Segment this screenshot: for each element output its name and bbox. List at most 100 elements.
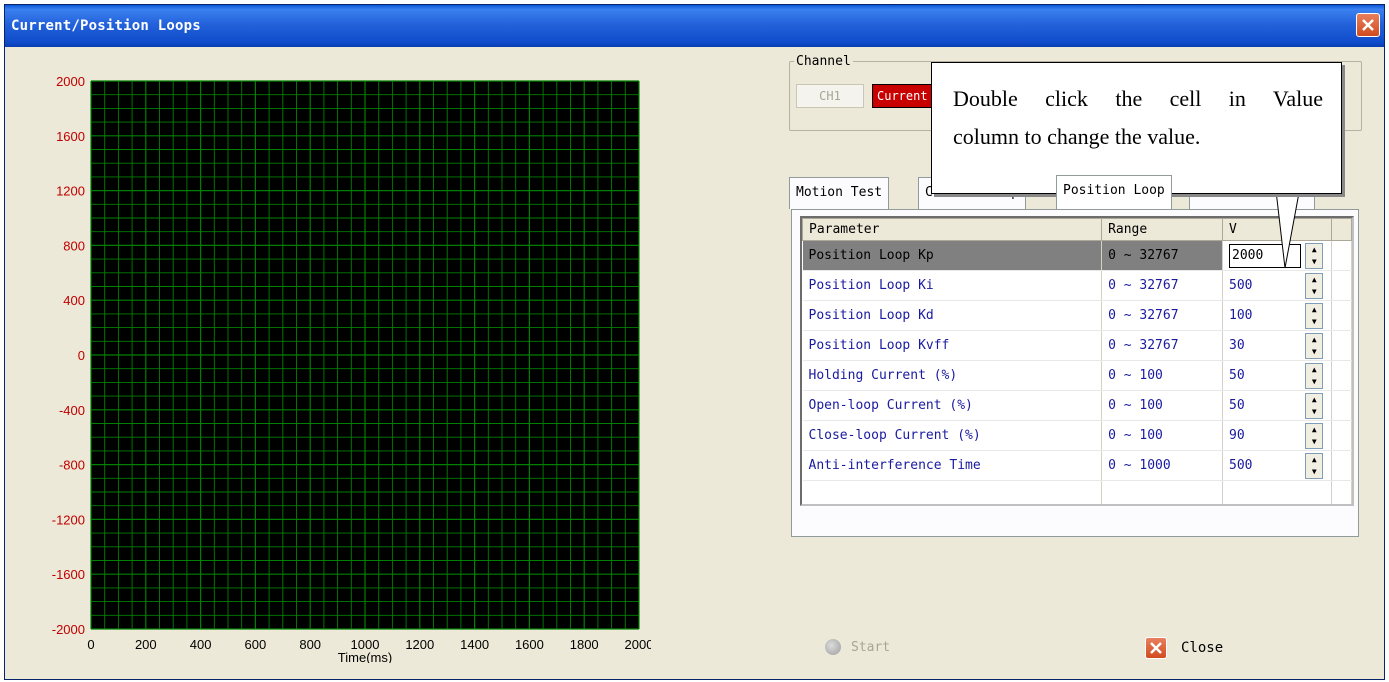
y-tick-label: 0 — [78, 348, 85, 363]
x-tick-label: 1600 — [515, 637, 544, 652]
y-tick-label: -800 — [59, 458, 85, 473]
table-row[interactable]: Close-loop Current (%) 0 ~ 100 90 ▲ ▼ — [802, 420, 1352, 451]
callout-text: Double click the cell in Value column to… — [953, 80, 1323, 156]
cell-range[interactable]: 0 ~ 100 — [1101, 360, 1224, 391]
window-title: Current/Position Loops — [11, 18, 201, 34]
cell-parameter[interactable]: Holding Current (%) — [802, 360, 1103, 391]
spin-button[interactable]: ▲ ▼ — [1305, 393, 1324, 419]
y-tick-label: -1200 — [52, 512, 85, 527]
cell-range[interactable]: 0 ~ 100 — [1101, 390, 1224, 421]
cell-parameter[interactable]: Anti-interference Time — [802, 450, 1103, 481]
table-row[interactable]: Position Loop Kvff 0 ~ 32767 30 ▲ ▼ — [802, 330, 1352, 361]
cell-range[interactable]: 0 ~ 32767 — [1101, 240, 1224, 271]
spin-down-icon[interactable]: ▼ — [1306, 346, 1322, 358]
x-tick-label: 600 — [245, 637, 267, 652]
y-tick-label: -1600 — [52, 567, 85, 582]
y-tick-label: 400 — [63, 293, 85, 308]
scope-chart: 2000 1600 1200 800 400 0 -400 -800 -1200 -1600 -20… — [11, 53, 651, 663]
spin-up-icon[interactable]: ▲ — [1306, 364, 1322, 376]
table-row-empty — [802, 480, 1352, 504]
y-tick-label: 800 — [63, 238, 85, 253]
cell-empty — [1331, 480, 1352, 504]
x-axis-label: Time(ms) — [338, 650, 392, 663]
x-tick-label: 400 — [190, 637, 212, 652]
cell-range[interactable]: 0 ~ 32767 — [1101, 330, 1224, 361]
table-row[interactable]: Anti-interference Time 0 ~ 1000 500 ▲ ▼ — [802, 450, 1352, 481]
tab-motion-test[interactable]: Motion Test — [789, 177, 890, 209]
cell-range[interactable]: 0 ~ 32767 — [1101, 300, 1224, 331]
cell-blank — [1331, 360, 1352, 391]
title-bar[interactable]: Current/Position Loops — [5, 5, 1384, 47]
channel-value-label[interactable]: Current — [872, 84, 934, 108]
header-range[interactable]: Range — [1101, 218, 1224, 241]
cell-value[interactable]: 50 ▲ ▼ — [1222, 360, 1333, 391]
spin-button[interactable]: ▲ ▼ — [1305, 453, 1324, 479]
cell-value[interactable]: 100 ▲ ▼ — [1222, 300, 1333, 331]
value-text: 500 — [1229, 458, 1253, 473]
cell-parameter[interactable]: Position Loop Kvff — [802, 330, 1103, 361]
spin-button[interactable]: ▲ ▼ — [1305, 303, 1324, 329]
cell-parameter[interactable]: Position Loop Kd — [802, 300, 1103, 331]
x-tick-label: 1200 — [405, 637, 434, 652]
spin-down-icon[interactable]: ▼ — [1306, 466, 1322, 478]
x-tick-label: 2000 — [625, 637, 651, 652]
x-tick-label: 1800 — [570, 637, 599, 652]
x-tick-label: 0 — [87, 637, 94, 652]
y-tick-label: -2000 — [52, 622, 85, 637]
value-text: 50 — [1229, 398, 1245, 413]
close-label: Close — [1181, 640, 1224, 656]
spin-up-icon[interactable]: ▲ — [1306, 334, 1322, 346]
scope-plot: 2000160012008004000-400-800-1200-1600-20… — [52, 74, 651, 663]
start-button[interactable]: Start — [825, 639, 890, 655]
cell-range[interactable]: 0 ~ 100 — [1101, 420, 1224, 451]
callout-line-1: Double click the cell in Value — [953, 86, 1323, 111]
cell-range[interactable]: 0 ~ 1000 — [1101, 450, 1224, 481]
spin-button[interactable]: ▲ ▼ — [1305, 363, 1324, 389]
cell-value[interactable]: 90 ▲ ▼ — [1222, 420, 1333, 451]
cell-parameter[interactable]: Position Loop Kp — [802, 240, 1103, 271]
close-icon[interactable] — [1356, 13, 1380, 37]
cell-parameter[interactable]: Position Loop Ki — [802, 270, 1103, 301]
cell-blank — [1331, 420, 1352, 451]
x-tick-label: 200 — [135, 637, 157, 652]
callout-line-2: column to change the value. — [953, 124, 1201, 149]
value-text: 100 — [1229, 308, 1253, 323]
close-button[interactable]: Close — [1145, 637, 1223, 659]
close-icon — [1145, 637, 1167, 659]
cell-value[interactable]: 30 ▲ ▼ — [1222, 330, 1333, 361]
table-row[interactable]: Open-loop Current (%) 0 ~ 100 50 ▲ ▼ — [802, 390, 1352, 421]
y-tick-label: 1200 — [56, 184, 85, 199]
table-row[interactable]: Position Loop Kd 0 ~ 32767 100 ▲ ▼ — [802, 300, 1352, 331]
start-icon — [825, 639, 841, 655]
spin-up-icon[interactable]: ▲ — [1306, 454, 1322, 466]
spin-button[interactable]: ▲ ▼ — [1305, 333, 1324, 359]
spin-down-icon[interactable]: ▼ — [1306, 376, 1322, 388]
spin-up-icon[interactable]: ▲ — [1306, 394, 1322, 406]
tab-position-loop[interactable]: Position Loop — [1056, 175, 1172, 209]
spin-button[interactable]: ▲ ▼ — [1305, 423, 1324, 449]
spin-down-icon[interactable]: ▼ — [1306, 406, 1322, 418]
channel-legend: Channel — [794, 54, 853, 69]
cell-value[interactable]: 500 ▲ ▼ — [1222, 450, 1333, 481]
cell-value[interactable]: 50 ▲ ▼ — [1222, 390, 1333, 421]
cell-parameter[interactable]: Open-loop Current (%) — [802, 390, 1103, 421]
callout-pointer — [1274, 181, 1302, 269]
ch1-button[interactable]: CH1 — [796, 84, 864, 108]
start-label: Start — [851, 639, 891, 655]
x-tick-label: 800 — [299, 637, 321, 652]
cell-blank — [1331, 330, 1352, 361]
table-row[interactable]: Holding Current (%) 0 ~ 100 50 ▲ ▼ — [802, 360, 1352, 391]
y-tick-label: -400 — [59, 403, 85, 418]
spin-down-icon[interactable]: ▼ — [1306, 436, 1322, 448]
spin-up-icon[interactable]: ▲ — [1306, 304, 1322, 316]
cell-range[interactable]: 0 ~ 32767 — [1101, 270, 1224, 301]
cell-empty — [1222, 480, 1333, 504]
spin-up-icon[interactable]: ▲ — [1306, 424, 1322, 436]
cell-parameter[interactable]: Close-loop Current (%) — [802, 420, 1103, 451]
x-tick-label: 1400 — [460, 637, 489, 652]
value-text: 90 — [1229, 428, 1245, 443]
y-tick-label: 2000 — [56, 74, 85, 89]
header-parameter[interactable]: Parameter — [802, 218, 1103, 241]
value-text: 30 — [1229, 338, 1245, 353]
spin-down-icon[interactable]: ▼ — [1306, 316, 1322, 328]
